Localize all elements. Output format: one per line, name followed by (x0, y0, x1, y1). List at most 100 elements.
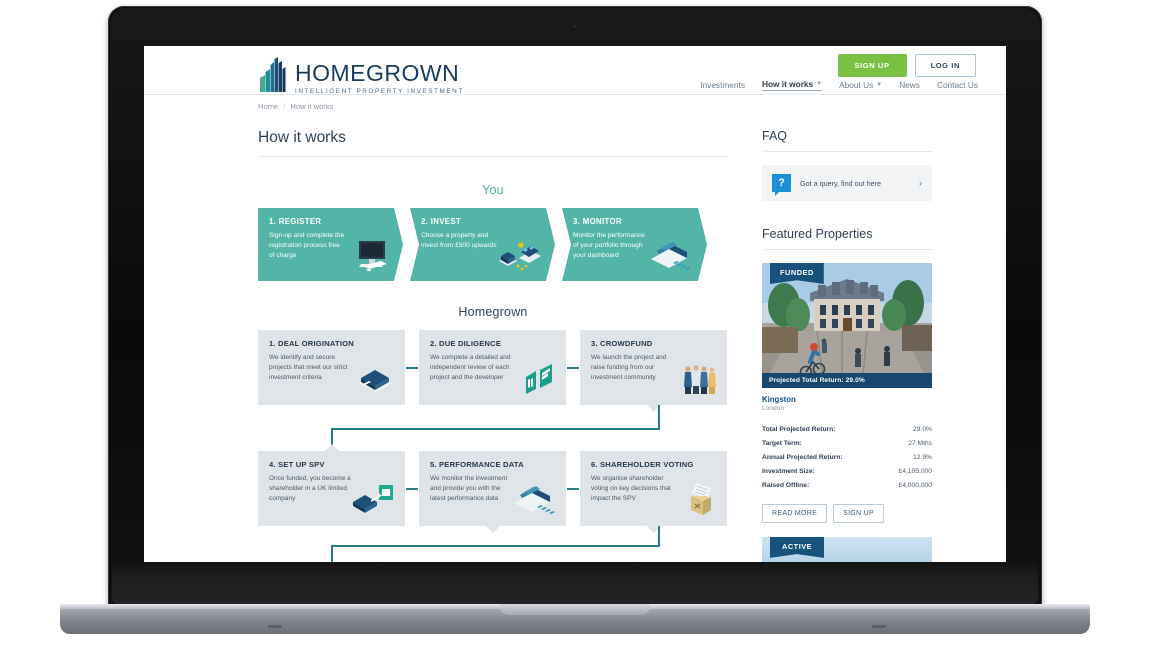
main-content: How it works You 1. REGISTER Sign-up and… (258, 117, 728, 577)
login-button[interactable]: LOG IN (914, 54, 976, 77)
flow-heading-homegrown: Homegrown (458, 305, 528, 319)
nav-label: About Us (839, 80, 874, 90)
featured-divider (762, 249, 932, 250)
step-body: We complete a detailed and independent r… (430, 354, 511, 382)
browser-viewport: HOMEGROWN INTELLIGENT PROPERTY INVESTMEN… (144, 46, 1006, 592)
step-body: We identify and secure projects that mee… (269, 354, 348, 382)
people-group-icon (684, 365, 716, 394)
nav-label: News (899, 80, 920, 90)
you-step-2: 2. INVEST Choose a property and invest f… (410, 208, 555, 281)
you-step-1: 1. REGISTER Sign-up and complete the reg… (258, 208, 403, 281)
building-logo-icon (260, 57, 286, 92)
connector-region-2 (258, 526, 728, 567)
nav-item-contact-us[interactable]: Contact Us (937, 80, 978, 90)
step-title: 4. SET UP SPV (269, 460, 325, 469)
connector-horizontal (331, 428, 660, 430)
stat-label: Raised Offline: (762, 481, 810, 489)
stat-label: Target Term: (762, 440, 802, 448)
property-signup-button[interactable]: SIGN UP (833, 503, 884, 523)
breadcrumb-current: How it works (290, 101, 334, 111)
flow-arrow-up-icon (324, 444, 339, 451)
breadcrumb-home[interactable]: Home (258, 102, 278, 111)
book-certificate-icon (351, 485, 393, 514)
stat-row: Annual Projected Return: 12.9% (762, 451, 932, 465)
breadcrumb-separator: / (283, 101, 286, 111)
nav-item-investments[interactable]: Investments (700, 80, 745, 90)
property-actions: READ MORE SIGN UP (762, 503, 932, 523)
stat-label: Annual Projected Return: (762, 453, 843, 461)
property-card-kingston[interactable]: FUNDED Projected Total Return: 29.0% Kin… (762, 263, 932, 523)
stat-value: £4,000,000 (898, 481, 932, 489)
step-body: We organise shareholder voting on key de… (591, 475, 671, 503)
sidebar: FAQ ? Got a query, find out here › Featu… (762, 117, 932, 577)
breadcrumb: Home / How it works (144, 95, 1006, 117)
auth-buttons: SIGN UP LOG IN (837, 54, 976, 77)
stat-row: Total Projected Return: 29.0% (762, 423, 932, 437)
you-step-3: 3. MONITOR Monitor the performance of yo… (562, 208, 707, 281)
laptop-trackpad-notch (500, 604, 650, 615)
connector-dash (406, 367, 418, 369)
stat-row: Investment Size: £4,105,000 (762, 464, 932, 478)
connector-dash (406, 488, 418, 490)
laptop-mockup: HOMEGROWN INTELLIGENT PROPERTY INVESTMEN… (0, 0, 1150, 660)
chart-dashboard-icon (514, 486, 555, 514)
step-title: 6. SHAREHOLDER VOTING (591, 460, 694, 469)
homegrown-steps-row-1: 1. DEAL ORIGINATION We identify and secu… (258, 330, 728, 412)
step-body: We launch the project and raise funding … (591, 354, 667, 382)
step-title: 5. PERFORMANCE DATA (430, 460, 524, 469)
signup-button[interactable]: SIGN UP (837, 54, 907, 77)
page-title: How it works (258, 129, 346, 146)
homegrown-step-5: 5. PERFORMANCE DATA We monitor the inves… (419, 451, 566, 533)
nav-label: Investments (700, 80, 745, 90)
connector-vertical (658, 405, 660, 429)
read-more-button[interactable]: READ MORE (762, 503, 828, 523)
step-body: Sign-up and complete the registration pr… (269, 232, 345, 260)
faq-divider (762, 151, 932, 152)
stat-value: 27 Mths (908, 440, 932, 448)
laptop-foot-right (872, 625, 886, 628)
nav-label: Contact Us (936, 80, 978, 90)
chevron-right-icon: › (919, 178, 922, 188)
chevron-down-icon: ▼ (876, 82, 883, 88)
documents-icon (526, 364, 552, 394)
homegrown-step-3: 3. CROWDFUND We launch the project and r… (580, 330, 727, 412)
property-name[interactable]: Kingston (762, 395, 932, 404)
site-logo[interactable]: HOMEGROWN INTELLIGENT PROPERTY INVESTMEN… (258, 56, 464, 95)
connector-dash (567, 367, 579, 369)
homegrown-steps-row-2: 4. SET UP SPV Once funded, you become a … (258, 444, 728, 533)
homegrown-step-1: 1. DEAL ORIGINATION We identify and secu… (258, 330, 405, 405)
nav-label: How it works (761, 79, 814, 89)
desktop-computer-icon (347, 237, 391, 273)
connector-space (566, 330, 580, 405)
nav-item-how-it-works[interactable]: How it works ▼ (761, 79, 823, 91)
logo-tagline: INTELLIGENT PROPERTY INVESTMENT (295, 88, 464, 95)
faq-section-title: FAQ (762, 129, 788, 143)
property-return-caption: Projected Total Return: 29.0% (762, 373, 932, 388)
connector-horizontal (331, 545, 660, 547)
nav-item-news[interactable]: News (899, 80, 920, 90)
page-body: How it works You 1. REGISTER Sign-up and… (144, 117, 1006, 577)
featured-properties-title: Featured Properties (762, 227, 873, 241)
stat-value: 12.9% (913, 453, 932, 461)
chevron-down-icon: ▼ (816, 81, 823, 87)
site-header: HOMEGROWN INTELLIGENT PROPERTY INVESTMEN… (144, 46, 1006, 95)
status-badge-active: ACTIVE (770, 536, 825, 558)
stat-value: £4,105,000 (898, 467, 932, 475)
stat-label: Investment Size: (762, 467, 815, 475)
main-navigation: Investments How it works ▼ About Us ▼ Ne… (700, 79, 978, 91)
faq-link-label: Got a query, find out here (800, 178, 881, 188)
connector-space (566, 451, 580, 526)
faq-link[interactable]: ? Got a query, find out here › (762, 165, 932, 201)
laptop-chin (112, 562, 1038, 604)
connector-space (405, 330, 419, 405)
step-body: Once funded, you become a shareholder in… (269, 475, 351, 503)
stat-value: 29.0% (913, 426, 932, 434)
question-bubble-icon: ? (772, 174, 791, 196)
stat-label: Total Projected Return: (762, 426, 836, 434)
homegrown-step-4: 4. SET UP SPV Once funded, you become a … (258, 444, 405, 526)
connector-dash (567, 488, 579, 490)
nav-item-about-us[interactable]: About Us ▼ (839, 80, 882, 90)
homegrown-step-2: 2. DUE DILIGENCE We complete a detailed … (419, 330, 566, 405)
logo-name: HOMEGROWN (295, 60, 460, 86)
step-title: 3. CROWDFUND (591, 339, 653, 348)
